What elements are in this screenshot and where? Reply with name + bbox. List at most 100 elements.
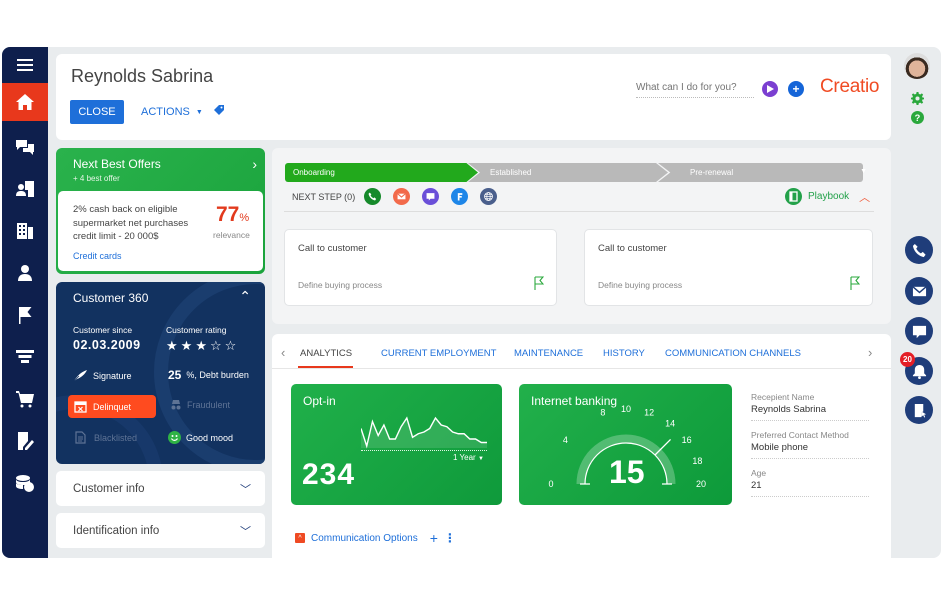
add-icon[interactable]: + [430,530,438,546]
flag-outline-icon[interactable] [534,276,544,290]
tag-icon[interactable] [213,104,225,116]
field-label: Recepient Name [751,392,815,402]
globe-icon [484,192,493,201]
nav-item-orders[interactable] [2,381,48,417]
tab-history[interactable]: HISTORY [603,348,645,359]
quick-call-button[interactable] [364,188,381,205]
phone-icon [368,192,377,201]
tab-current-employment[interactable]: CURRENT EMPLOYMENT [381,348,496,359]
notifications-button[interactable]: 20 [900,352,933,385]
quick-email-button[interactable] [393,188,410,205]
relevance-label: relevance [213,230,250,240]
close-button[interactable]: CLOSE [70,100,124,124]
building-icon [17,223,33,239]
opt-in-tile[interactable]: Opt-in 1 Year ▼ 234 [291,384,502,505]
message-icon [426,193,435,201]
recipient-name-field[interactable]: Reynolds Sabrina [751,404,869,421]
more-options-icon[interactable]: ⋮ [444,531,456,545]
message-icon [912,325,926,338]
settings-button[interactable] [907,88,927,108]
search-input[interactable] [636,78,754,98]
delinquent-badge: Delinquet [68,395,156,418]
document-cursor-icon [914,403,926,418]
age-field[interactable]: 21 [751,480,869,497]
stage-established[interactable]: Established [468,163,668,182]
nav-item-contacts-accounts[interactable] [2,171,48,207]
actions-label: ACTIONS [141,106,190,118]
person-icon [18,265,32,281]
nav-item-documents[interactable] [2,423,48,459]
star-filled-icon: ★ [166,338,181,353]
star-filled-icon: ★ [180,338,196,353]
fraudulent-item: Fraudulent [170,400,230,410]
chevron-up-icon[interactable]: ⌃ [239,288,251,305]
flag-icon [19,307,32,324]
communication-options-section: ^ Communication Options + ⋮ [295,530,456,546]
quick-facebook-button[interactable] [451,188,468,205]
nbo-subtitle: + 4 best offer [73,174,120,183]
tab-maintenance[interactable]: MAINTENANCE [514,348,583,359]
period-dropdown[interactable]: 1 Year ▼ [453,453,484,462]
stage-onboarding[interactable]: Onboarding [285,163,478,182]
chevron-up-icon[interactable]: ︿ [859,189,870,205]
add-button[interactable]: + [788,81,804,97]
nav-item-leads[interactable] [2,339,48,375]
process-button[interactable] [905,396,933,424]
preferred-contact-method-field[interactable]: Mobile phone [751,442,869,459]
customer-info-section[interactable]: Customer info ﹀ [56,471,265,506]
chat-button[interactable] [905,317,933,345]
nav-item-feed[interactable] [2,129,48,165]
flag-outline-icon[interactable] [850,276,860,290]
contacts-building-icon [16,181,34,197]
stage-dropdown-icon[interactable]: ▼ [860,168,867,175]
chevron-right-icon[interactable]: › [252,156,257,172]
svg-text:?: ? [914,113,920,123]
nbo-title: Next Best Offers [73,157,161,171]
nav-item-accounts[interactable] [2,213,48,249]
internet-banking-tile[interactable]: Internet banking 0 4 8 10 12 14 16 18 20 15 [519,384,732,505]
quick-chat-button[interactable] [422,188,439,205]
nav-item-home[interactable] [2,83,48,121]
gear-icon [910,91,924,105]
tab-scroll-left-icon[interactable]: ‹ [281,345,285,360]
communication-options-label[interactable]: Communication Options [311,533,418,544]
tab-scroll-right-icon[interactable]: › [868,345,872,360]
quick-web-button[interactable] [480,188,497,205]
credit-cards-link[interactable]: Credit cards [73,251,122,261]
task-title: Call to customer [298,243,367,254]
offer-description: 2% cash back on eligible supermarket net… [73,204,189,242]
contact-fields: Recepient Name Reynolds Sabrina Preferre… [751,392,869,506]
email-button[interactable] [905,277,933,305]
identification-info-section[interactable]: Identification info ﹀ [56,513,265,548]
customer-since-label: Customer since [73,325,133,335]
menu-button[interactable] [2,47,48,83]
document-icon [75,431,86,444]
collapse-icon[interactable]: ^ [295,533,305,543]
nav-item-contacts[interactable] [2,255,48,291]
task-card[interactable]: Call to customer Define buying process [284,229,557,306]
task-subtitle: Define buying process [298,280,383,290]
user-avatar[interactable] [904,53,930,79]
help-icon: ? [910,110,924,124]
offer-card[interactable]: 2% cash back on eligible supermarket net… [58,191,263,271]
chat-icon [16,140,34,155]
main-panel: ‹ ANALYTICS CURRENT EMPLOYMENT MAINTENAN… [272,334,891,558]
tab-analytics[interactable]: ANALYTICS [300,348,352,359]
nav-item-activities[interactable] [2,297,48,333]
customer-rating-label: Customer rating [166,325,227,335]
phone-button[interactable] [905,236,933,264]
playbook-button[interactable]: Playbook ︿ [785,188,870,205]
actions-menu-button[interactable]: ACTIONS ▼ [141,106,203,118]
nav-item-finance[interactable] [2,465,48,501]
sparkline-baseline [361,450,487,451]
task-subtitle: Define buying process [598,280,683,290]
play-button[interactable] [762,81,778,97]
stage-pre-renewal[interactable]: Pre-renewal [658,163,863,182]
section-title: Identification info [73,524,160,537]
task-card[interactable]: Call to customer Define buying process [584,229,873,306]
help-button[interactable]: ? [907,107,927,127]
tab-communication-channels[interactable]: COMMUNICATION CHANNELS [665,348,801,359]
divider [284,211,874,212]
funnel-icon [16,350,34,363]
caret-down-icon: ▼ [477,456,484,462]
